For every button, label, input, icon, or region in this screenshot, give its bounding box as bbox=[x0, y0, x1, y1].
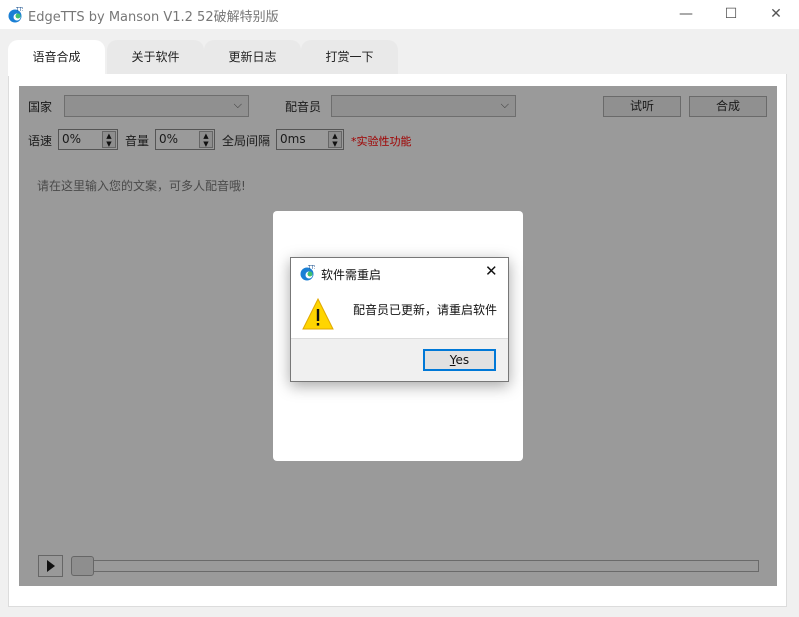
window-title: EdgeTTS by Manson V1.2 52破解特别版 bbox=[28, 10, 279, 25]
app-logo-icon: TTS bbox=[300, 265, 315, 281]
app-logo-icon: TTS bbox=[8, 7, 23, 23]
close-button[interactable]: ✕ bbox=[753, 0, 799, 29]
chevron-down-icon: ⌵ bbox=[500, 98, 509, 111]
restart-dialog: TTS 软件需重启 ✕ 配音员已更新，请重启软件 Yes bbox=[290, 257, 509, 382]
play-icon bbox=[47, 560, 55, 572]
voice-select[interactable]: ⌵ bbox=[331, 95, 516, 117]
yes-button[interactable]: Yes bbox=[423, 349, 496, 371]
spin-arrows-icon[interactable]: ▲ ▼ bbox=[102, 131, 116, 148]
country-select[interactable]: ⌵ bbox=[64, 95, 249, 117]
minimize-button[interactable]: — bbox=[663, 0, 709, 29]
dialog-message: 配音员已更新，请重启软件 bbox=[353, 303, 498, 317]
synthesize-button[interactable]: 合成 bbox=[689, 96, 767, 117]
volume-stepper[interactable]: 0% ▲ ▼ bbox=[155, 129, 215, 150]
interval-label: 全局间隔 bbox=[222, 134, 271, 148]
spin-arrows-icon[interactable]: ▲ ▼ bbox=[199, 131, 213, 148]
svg-text:TTS: TTS bbox=[307, 265, 315, 271]
play-button[interactable] bbox=[38, 555, 63, 577]
interval-stepper[interactable]: 0ms ▲ ▼ bbox=[276, 129, 344, 150]
spin-arrows-icon[interactable]: ▲ ▼ bbox=[328, 131, 342, 148]
listen-button[interactable]: 试听 bbox=[603, 96, 681, 117]
maximize-button[interactable]: ☐ bbox=[708, 0, 754, 29]
title-bar: TTS EdgeTTS by Manson V1.2 52破解特别版 — ☐ ✕ bbox=[0, 0, 799, 29]
progress-track[interactable] bbox=[79, 560, 759, 572]
tab-donate[interactable]: 打赏一下 bbox=[301, 40, 398, 75]
dialog-title: 软件需重启 bbox=[321, 268, 382, 282]
speed-stepper[interactable]: 0% ▲ ▼ bbox=[58, 129, 118, 150]
experimental-note: *实验性功能 bbox=[351, 135, 412, 148]
svg-text:TTS: TTS bbox=[15, 7, 23, 13]
progress-slider-thumb[interactable] bbox=[71, 556, 94, 576]
voice-label: 配音员 bbox=[285, 100, 322, 114]
text-input-placeholder[interactable]: 请在这里输入您的文案，可多人配音哦! bbox=[37, 177, 246, 194]
chevron-down-icon: ⌵ bbox=[233, 98, 242, 111]
speed-label: 语速 bbox=[28, 134, 53, 148]
tab-about[interactable]: 关于软件 bbox=[107, 40, 204, 75]
yes-label: Yes bbox=[449, 353, 470, 367]
country-label: 国家 bbox=[28, 100, 53, 114]
tab-synthesis[interactable]: 语音合成 bbox=[8, 40, 105, 76]
dialog-close-button[interactable]: ✕ bbox=[485, 262, 498, 280]
dialog-footer: Yes bbox=[291, 338, 508, 381]
volume-label: 音量 bbox=[125, 134, 150, 148]
warning-icon bbox=[302, 298, 334, 330]
tab-changelog[interactable]: 更新日志 bbox=[204, 40, 301, 75]
